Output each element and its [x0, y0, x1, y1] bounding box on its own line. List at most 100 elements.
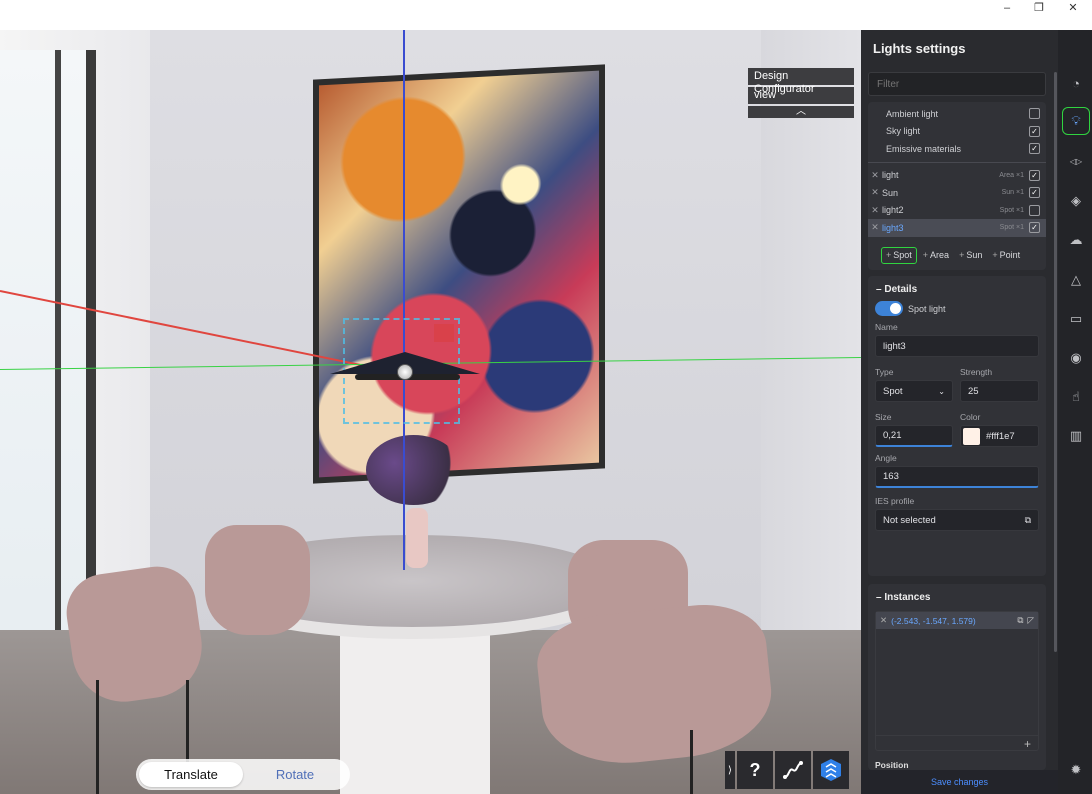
type-label: Type: [875, 367, 894, 377]
plus-icon: +: [959, 250, 965, 260]
size-field[interactable]: 0,21: [875, 425, 953, 447]
app-logo-button[interactable]: [813, 751, 849, 789]
remove-light-icon[interactable]: ✕: [868, 222, 882, 233]
map-button[interactable]: ▥: [1062, 422, 1090, 450]
pyramid-icon: △: [1071, 272, 1081, 287]
table-base: [340, 625, 490, 794]
divider: [876, 735, 1038, 736]
texture-button[interactable]: ◈: [1062, 187, 1090, 215]
plus-icon: +: [886, 250, 892, 260]
expand-tools-button[interactable]: ⟩: [725, 751, 735, 789]
settings-icon: ✹: [1070, 762, 1082, 777]
details-header[interactable]: – Details: [868, 276, 1046, 299]
light-row[interactable]: ✕ Sun Sun ×1 ✓: [868, 184, 1046, 202]
texture-icon: ◈: [1071, 193, 1081, 208]
env-checkbox[interactable]: ✓: [1029, 143, 1040, 155]
bulb-button[interactable]: 💡︎: [1062, 107, 1090, 135]
pick-icon[interactable]: ◸: [1027, 615, 1034, 626]
light-checkbox[interactable]: ✓: [1029, 222, 1040, 234]
path-button[interactable]: [775, 751, 811, 789]
ies-profile-field[interactable]: Not selected ⧉: [875, 509, 1039, 531]
light-type: Spot ×1: [999, 224, 1024, 232]
env-row[interactable]: Ambient light: [868, 105, 1046, 123]
collapse-button[interactable]: ︿: [748, 106, 854, 118]
panel-title: Lights settings: [873, 41, 966, 56]
3d-viewport[interactable]: Design Configurator view ︿ Translate Rot…: [0, 30, 861, 794]
env-checkbox[interactable]: [1029, 108, 1040, 120]
remove-instance-icon[interactable]: ✕: [880, 615, 887, 626]
env-row[interactable]: Sky light ✓: [868, 123, 1046, 141]
save-changes-button[interactable]: Save changes: [861, 770, 1058, 794]
chevron-down-icon: ⌄: [938, 386, 945, 396]
env-checkbox[interactable]: ✓: [1029, 125, 1040, 137]
type-select[interactable]: Spot ⌄: [875, 380, 953, 402]
remove-light-icon[interactable]: ✕: [868, 170, 882, 181]
minimize-button[interactable]: –: [990, 0, 1024, 16]
env-label: Sky light: [886, 126, 921, 137]
light-checkbox[interactable]: ✓: [1029, 169, 1040, 181]
restore-button[interactable]: ❐: [1022, 0, 1056, 16]
copy-icon[interactable]: ⧉: [1017, 615, 1023, 626]
timer-button[interactable]: ◔: [1062, 69, 1090, 97]
add-label: Spot: [893, 250, 912, 260]
strength-label: Strength: [960, 367, 993, 377]
viewport-tools: ⟩ ?: [725, 751, 849, 791]
remove-light-icon[interactable]: ✕: [868, 187, 882, 198]
name-label: Name: [875, 322, 898, 332]
transform-mode-toggle: Translate Rotate: [136, 759, 350, 790]
tool-sidebar: ◔ 💡︎ ◁▷ ◈ ☁ △ ▭ ◉ ☝ ▥ ✹: [1058, 30, 1092, 794]
close-button[interactable]: ✕: [1056, 0, 1090, 16]
mirror-button[interactable]: ◁▷: [1062, 147, 1090, 175]
light-row[interactable]: ✕ light3 Spot ×1 ✓: [868, 219, 1046, 237]
z-axis-gizmo[interactable]: [403, 30, 405, 570]
spot-light-toggle[interactable]: [875, 301, 903, 316]
rotate-button[interactable]: Rotate: [243, 762, 347, 787]
light-checkbox[interactable]: [1029, 204, 1040, 216]
light-row[interactable]: ✕ light2 Spot ×1: [868, 202, 1046, 220]
add-spot-button[interactable]: + Spot: [881, 246, 917, 264]
light-checkbox[interactable]: ✓: [1029, 187, 1040, 199]
add-point-button[interactable]: + Point: [988, 247, 1024, 264]
env-row[interactable]: Emissive materials ✓: [868, 140, 1046, 158]
details-card: – Details Spot light Name light3 Type Sp…: [868, 276, 1046, 576]
add-sun-button[interactable]: + Sun: [955, 247, 986, 264]
details-title: Details: [884, 284, 918, 295]
lights-list-card: Ambient light Sky light ✓ Emissive material…: [868, 102, 1046, 270]
gizmo-handle[interactable]: [434, 324, 454, 342]
cloud-button[interactable]: ☁: [1062, 226, 1090, 254]
help-button[interactable]: ?: [737, 751, 773, 789]
light-type: Sun ×1: [1001, 189, 1024, 197]
design-configurator-label[interactable]: Design Configurator: [748, 68, 854, 95]
instance-item[interactable]: ✕ (-2.543, -1.547, 1.579) ⧉ ◸: [876, 612, 1038, 629]
touch-icon: ☝: [1072, 389, 1080, 404]
translate-button[interactable]: Translate: [139, 762, 243, 787]
light-type: Spot ×1: [999, 206, 1024, 214]
chair-leg: [690, 730, 693, 794]
path-icon: [783, 761, 803, 779]
name-field[interactable]: light3: [875, 335, 1039, 357]
position-label: Position: [875, 760, 909, 770]
color-label: Color: [960, 412, 981, 422]
angle-field[interactable]: 163: [875, 466, 1039, 488]
strength-field[interactable]: 25: [960, 380, 1039, 402]
add-instance-icon[interactable]: +: [1024, 737, 1031, 751]
add-area-button[interactable]: + Area: [919, 247, 953, 264]
settings-button[interactable]: ✹: [1062, 756, 1090, 784]
browse-icon[interactable]: ⧉: [1025, 515, 1031, 526]
remove-light-icon[interactable]: ✕: [868, 205, 882, 216]
panel-scrollbar[interactable]: [1054, 72, 1057, 652]
camera-button[interactable]: ▭: [1062, 305, 1090, 333]
eye-button[interactable]: ◉: [1062, 344, 1090, 372]
touch-button[interactable]: ☝: [1062, 383, 1090, 411]
light-type: Area ×1: [999, 171, 1024, 179]
color-field[interactable]: #fff1e7: [960, 425, 1039, 447]
light-row[interactable]: ✕ light Area ×1 ✓: [868, 167, 1046, 185]
vase: [406, 508, 428, 568]
color-swatch[interactable]: [963, 427, 980, 445]
add-label: Sun: [966, 250, 983, 260]
size-label: Size: [875, 412, 892, 422]
filter-input[interactable]: [868, 72, 1046, 96]
pyramid-button[interactable]: △: [1062, 266, 1090, 294]
gizmo-center[interactable]: [397, 364, 413, 380]
instances-header[interactable]: – Instances: [868, 584, 1046, 607]
